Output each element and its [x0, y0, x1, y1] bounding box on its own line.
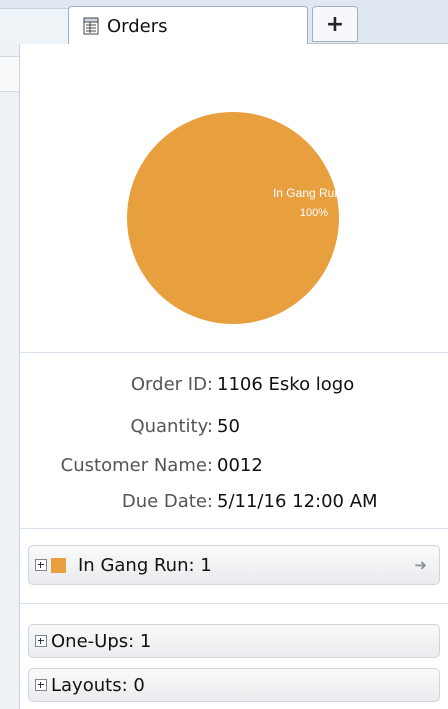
sidebar-sliver — [0, 44, 20, 709]
status-swatch — [51, 557, 66, 573]
gang-run-label: In Gang Run: 1 — [78, 554, 212, 576]
divider — [20, 352, 448, 353]
gang-run-group[interactable]: In Gang Run: 1 ➜ — [28, 545, 440, 585]
divider — [20, 528, 448, 529]
plus-box-icon[interactable] — [35, 559, 47, 571]
order-detail-panel: In Gang Run 100% Order ID: 1106 Esko logo… — [20, 44, 448, 709]
pie-chart-svg: In Gang Run 100% — [127, 112, 341, 324]
tab-strip: Orders + — [0, 0, 448, 45]
due-date-label: Due Date: — [121, 491, 213, 512]
tab-previous[interactable] — [0, 8, 70, 44]
pie-chart: In Gang Run 100% — [20, 44, 448, 352]
plus-box-icon[interactable] — [35, 635, 47, 647]
order-id-label: Order ID: — [130, 374, 213, 395]
spreadsheet-icon — [83, 17, 99, 35]
due-date-value: 5/11/16 12:00 AM — [217, 491, 378, 512]
layouts-group[interactable]: Layouts: 0 — [28, 668, 440, 702]
order-id-value: 1106 Esko logo — [217, 374, 355, 395]
tab-orders[interactable]: Orders — [68, 6, 308, 45]
due-date-row: Due Date: 5/11/16 12:00 AM — [20, 491, 448, 519]
layouts-label: Layouts: 0 — [51, 674, 145, 696]
quantity-row: Quantity: 50 — [20, 416, 448, 444]
customer-name-label: Customer Name: — [60, 455, 213, 476]
pie-slice-value-label: 100% — [300, 207, 328, 219]
pie-slice-label: In Gang Run — [273, 186, 341, 200]
customer-name-row: Customer Name: 0012 — [20, 455, 448, 483]
tab-orders-label: Orders — [107, 15, 168, 37]
order-id-row: Order ID: 1106 Esko logo — [20, 374, 448, 402]
divider — [20, 603, 448, 604]
right-arrow-icon[interactable]: ➜ — [414, 556, 427, 574]
customer-name-value: 0012 — [217, 455, 263, 476]
sidebar-cell[interactable] — [0, 56, 19, 92]
add-tab-button[interactable]: + — [312, 6, 358, 42]
quantity-value: 50 — [217, 416, 240, 437]
one-ups-group[interactable]: One-Ups: 1 — [28, 624, 440, 658]
plus-box-icon[interactable] — [35, 679, 47, 691]
quantity-label: Quantity: — [130, 416, 213, 437]
one-ups-label: One-Ups: 1 — [51, 630, 152, 652]
